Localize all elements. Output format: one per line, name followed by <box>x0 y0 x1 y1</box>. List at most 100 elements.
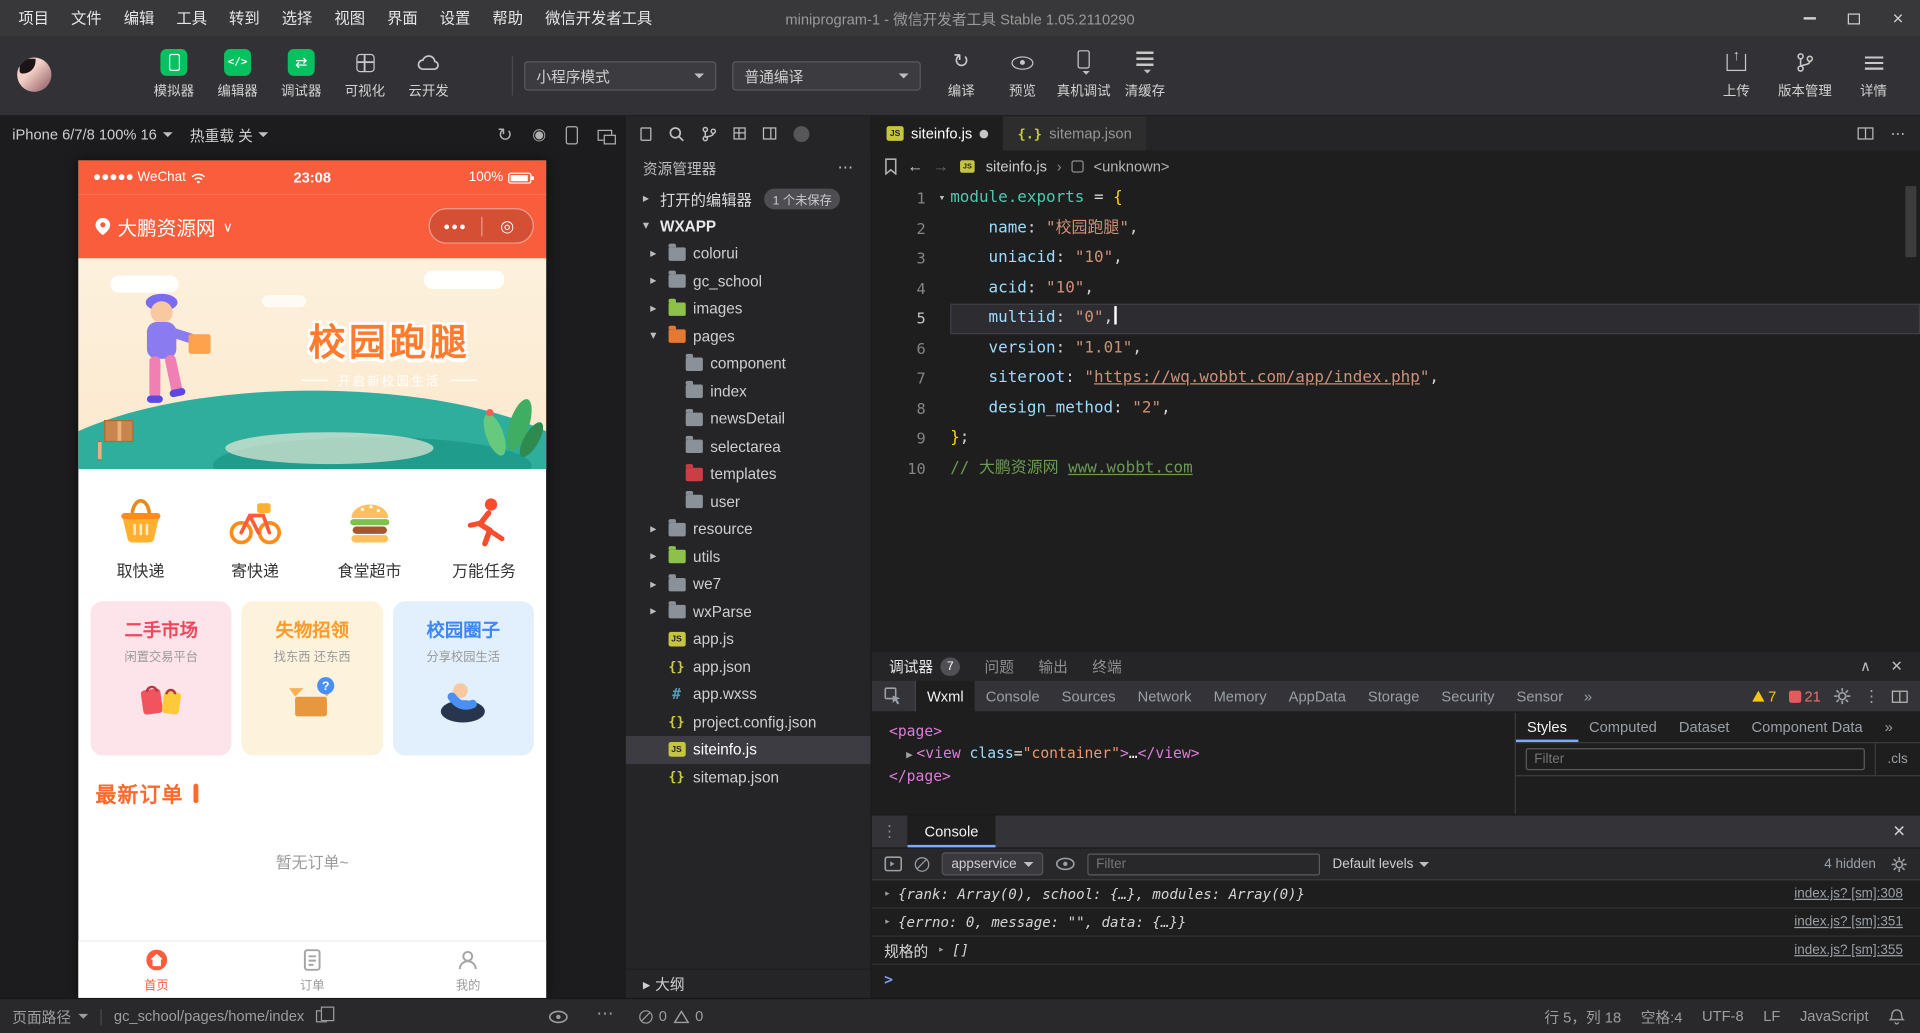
code-line[interactable]: version: "1.01", <box>950 334 1920 364</box>
more-menu-button[interactable]: ●●● <box>430 220 481 232</box>
card-secondhand-market[interactable]: 二手市场 闲置交易平台 <box>91 601 232 755</box>
more-actions-icon[interactable]: ⋯ <box>838 158 854 178</box>
more-actions-icon[interactable]: ⋯ <box>596 1003 613 1024</box>
wxml-node[interactable]: <page> <box>889 721 1498 742</box>
menu-item-工具[interactable]: 工具 <box>165 0 218 37</box>
eye-icon[interactable] <box>549 1010 569 1023</box>
code-line[interactable]: multiid: "0", <box>950 304 1920 334</box>
page-path-label[interactable]: 页面路径 <box>12 1006 71 1027</box>
expand-chevron-icon[interactable]: ▸ <box>938 944 945 956</box>
devtools-tab-Memory[interactable]: Memory <box>1203 681 1278 712</box>
clear-console-icon[interactable] <box>915 857 930 872</box>
chevron-down-icon[interactable]: ∨ <box>223 219 233 235</box>
tree-item-resource[interactable]: ▸resource <box>626 516 871 544</box>
more-actions-icon[interactable]: ⋯ <box>1891 125 1906 142</box>
editor-scrollbar[interactable] <box>1905 186 1916 257</box>
float-window-icon[interactable] <box>598 129 613 140</box>
search-icon[interactable] <box>669 126 685 142</box>
tab-me[interactable]: 我的 <box>390 942 546 998</box>
menu-item-视图[interactable]: 视图 <box>323 0 376 37</box>
upload-button[interactable]: 上传 <box>1702 37 1771 101</box>
grid-view-icon[interactable] <box>733 127 745 139</box>
code-line[interactable]: module.exports = { <box>950 184 1920 214</box>
tree-item-templates[interactable]: templates <box>626 460 871 488</box>
fold-chevron-icon[interactable]: ▾ <box>939 184 946 214</box>
tree-item-project.config.json[interactable]: {}project.config.json <box>626 708 871 736</box>
styles-tab-Component Data[interactable]: Component Data <box>1741 713 1874 742</box>
tree-item-index[interactable]: index <box>626 378 871 406</box>
maximize-button[interactable] <box>1832 0 1876 37</box>
menu-item-设置[interactable]: 设置 <box>429 0 482 37</box>
grid-item-canteen-market[interactable]: 食堂超市 <box>312 493 426 581</box>
tree-item-gc_school[interactable]: ▸gc_school <box>626 268 871 296</box>
styles-tab-Dataset[interactable]: Dataset <box>1668 713 1741 742</box>
debugger-tab-问题[interactable]: 问题 <box>985 656 1014 677</box>
version-control-button[interactable]: 版本管理 <box>1771 37 1840 101</box>
code-line[interactable]: uniacid: "10", <box>950 244 1920 274</box>
kebab-menu-icon[interactable]: ⋮ <box>1864 686 1880 706</box>
code-line[interactable]: }; <box>950 424 1920 454</box>
warning-count[interactable]: 7 <box>1752 688 1776 705</box>
log-levels-select[interactable]: Default levels <box>1332 857 1429 872</box>
dock-side-icon[interactable] <box>1892 690 1908 702</box>
compile-button[interactable]: ↻ 编译 <box>931 37 992 101</box>
menu-item-文件[interactable]: 文件 <box>60 0 113 37</box>
more-tabs-icon[interactable]: » <box>1574 681 1602 712</box>
tree-item-images[interactable]: ▸images <box>626 295 871 323</box>
compile-mode-select[interactable]: 普通编译 <box>732 61 921 90</box>
source-link[interactable]: index.js? [sm]:351 <box>1794 915 1903 930</box>
code-line[interactable]: name: "校园跑腿", <box>950 214 1920 244</box>
device-frame-icon[interactable] <box>566 126 578 144</box>
console-sidebar-icon[interactable] <box>884 856 902 872</box>
card-campus-circle[interactable]: 校园圈子 分享校园生活 <box>393 601 534 755</box>
code-line[interactable]: acid: "10", <box>950 274 1920 304</box>
drag-handle-icon[interactable]: ⋮ <box>872 816 908 848</box>
encoding[interactable]: UTF-8 <box>1702 1008 1744 1025</box>
grid-item-pickup-express[interactable]: 取快递 <box>83 493 197 581</box>
error-count[interactable]: 21 <box>1789 688 1821 705</box>
debugger-button[interactable]: ⇄ 调试器 <box>269 37 333 101</box>
tab-orders[interactable]: 订单 <box>234 942 390 998</box>
tree-item-app.wxss[interactable]: #app.wxss <box>626 681 871 709</box>
split-panel-icon[interactable] <box>763 127 776 139</box>
tree-item-selectarea[interactable]: selectarea <box>626 433 871 461</box>
devtools-tab-Network[interactable]: Network <box>1127 681 1203 712</box>
debugger-tab-输出[interactable]: 输出 <box>1038 656 1067 677</box>
styles-tab-Computed[interactable]: Computed <box>1578 713 1668 742</box>
grid-item-universal-task[interactable]: 万能任务 <box>427 493 541 581</box>
close-icon[interactable]: ✕ <box>1891 658 1903 675</box>
copy-icon[interactable] <box>316 1010 327 1022</box>
cursor-position[interactable]: 行 5，列 18 <box>1544 1006 1621 1027</box>
menu-item-微信开发者工具[interactable]: 微信开发者工具 <box>534 0 663 37</box>
console-log-row[interactable]: ▸{rank: Array(0), school: {…}, modules: … <box>872 880 1920 908</box>
inspect-element-icon[interactable] <box>872 681 916 712</box>
toggle-class-button[interactable]: .cls <box>1874 743 1920 775</box>
avatar[interactable] <box>17 58 51 92</box>
outline-section[interactable]: ▸ 大纲 <box>626 969 871 998</box>
mode-select[interactable]: 小程序模式 <box>524 61 716 90</box>
tree-item-app.js[interactable]: JSapp.js <box>626 626 871 654</box>
device-select[interactable]: iPhone 6/7/8 100% 16 <box>12 126 173 143</box>
tree-item-we7[interactable]: ▸we7 <box>626 571 871 599</box>
project-root-row[interactable]: ▾ WXAPP <box>626 212 871 240</box>
styles-tab-Styles[interactable]: Styles <box>1516 713 1578 742</box>
menu-item-编辑[interactable]: 编辑 <box>113 0 166 37</box>
devtools-tab-Wxml[interactable]: Wxml <box>916 681 975 712</box>
site-title[interactable]: 大鹏资源网 <box>118 212 216 241</box>
menu-item-界面[interactable]: 界面 <box>376 0 429 37</box>
wxml-node[interactable]: ▶<view class="container">…</view> <box>889 743 1498 767</box>
menu-item-项目[interactable]: 项目 <box>7 0 60 37</box>
editor-button[interactable]: </> 编辑器 <box>206 37 270 101</box>
tree-item-utils[interactable]: ▸utils <box>626 543 871 571</box>
device-debug-button[interactable]: 真机调试 <box>1053 37 1114 101</box>
gear-icon[interactable] <box>1891 855 1908 872</box>
card-lost-and-found[interactable]: 失物招领 找东西 还东西 ? <box>242 601 383 755</box>
tab-home[interactable]: 首页 <box>78 942 234 998</box>
code-line[interactable]: // 大鹏资源网 www.wobbt.com <box>950 454 1920 484</box>
devtools-tab-Sources[interactable]: Sources <box>1051 681 1127 712</box>
tree-item-component[interactable]: component <box>626 350 871 378</box>
breadcrumb-file[interactable]: siteinfo.js <box>986 157 1047 174</box>
code-line[interactable]: siteroot: "https://wq.wobbt.com/app/inde… <box>950 364 1920 394</box>
language-mode[interactable]: JavaScript <box>1800 1008 1869 1025</box>
banner-image[interactable]: 校园跑腿 开启新校园生活 <box>78 258 546 469</box>
